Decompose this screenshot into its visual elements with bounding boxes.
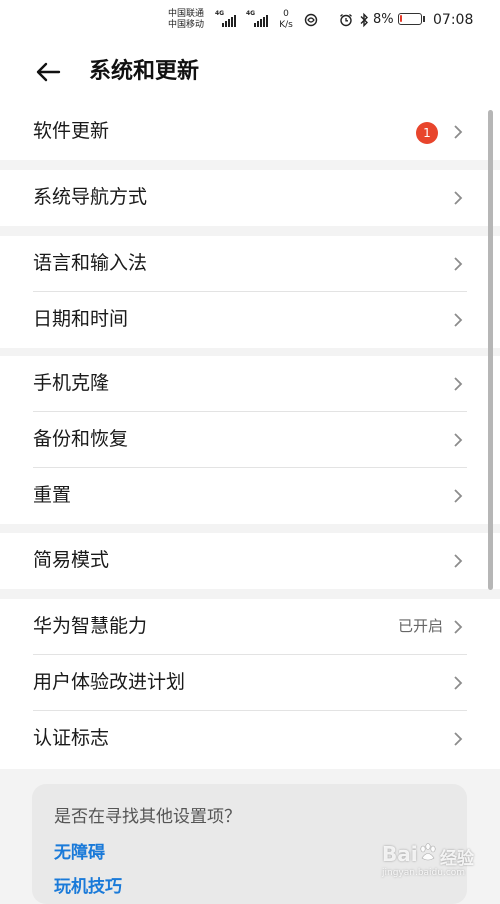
system-navigation-item[interactable]: 系统导航方式 bbox=[0, 170, 500, 226]
signal-icon bbox=[254, 13, 268, 27]
certification-label: 认证标志 bbox=[33, 727, 110, 749]
baidu-jingyan-watermark: Bai 经验 jingyan.baidu.com bbox=[378, 842, 494, 882]
chevron-right-icon bbox=[454, 191, 463, 205]
reset-item[interactable]: 重置 bbox=[0, 468, 500, 524]
suggestion-question: 是否在寻找其他设置项？ bbox=[54, 807, 241, 827]
update-count-badge: 1 bbox=[416, 122, 438, 144]
huawei-ai-status: 已开启 bbox=[397, 617, 443, 635]
chevron-right-icon bbox=[454, 489, 463, 503]
paw-icon bbox=[420, 843, 436, 861]
language-input-label: 语言和输入法 bbox=[33, 252, 148, 274]
carrier-2-label: 中国移动 bbox=[168, 20, 205, 30]
clock: 07:08 bbox=[433, 12, 474, 28]
backup-restore-label: 备份和恢复 bbox=[33, 428, 129, 450]
settings-group-update: 软件更新 1 bbox=[0, 104, 500, 160]
settings-group-language-time: 语言和输入法 日期和时间 bbox=[0, 236, 500, 348]
carrier-1-label: 中国联通 bbox=[168, 9, 205, 19]
ux-improvement-item[interactable]: 用户体验改进计划 bbox=[0, 655, 500, 711]
language-input-item[interactable]: 语言和输入法 bbox=[0, 236, 500, 292]
app-header: 系统和更新 bbox=[0, 40, 500, 104]
watermark-brand-suffix: 经验 bbox=[440, 849, 474, 869]
carrier-info: 中国联通 中国移动 bbox=[168, 9, 204, 31]
date-time-item[interactable]: 日期和时间 bbox=[0, 292, 500, 348]
simple-mode-label: 简易模式 bbox=[33, 549, 110, 571]
simple-mode-item[interactable]: 简易模式 bbox=[0, 533, 500, 589]
status-bar: 中国联通 中国移动 4G 4G 0 K/s 8% 07:08 bbox=[0, 0, 500, 40]
signal-icon bbox=[222, 13, 236, 27]
battery-icon bbox=[398, 13, 422, 25]
phone-clone-label: 手机克隆 bbox=[33, 372, 110, 394]
chevron-right-icon bbox=[454, 313, 463, 327]
page-title: 系统和更新 bbox=[89, 59, 200, 84]
chevron-right-icon bbox=[454, 732, 463, 746]
date-time-label: 日期和时间 bbox=[33, 308, 129, 330]
hd-icon bbox=[304, 13, 318, 27]
battery-percent: 8% bbox=[373, 12, 394, 27]
watermark-url: jingyan.baidu.com bbox=[382, 868, 466, 878]
reset-label: 重置 bbox=[33, 484, 72, 506]
speed-value: 0 bbox=[283, 9, 289, 19]
chevron-right-icon bbox=[454, 377, 463, 391]
chevron-right-icon bbox=[454, 125, 463, 139]
huawei-ai-label: 华为智慧能力 bbox=[33, 615, 148, 637]
system-navigation-label: 系统导航方式 bbox=[33, 186, 148, 208]
chevron-right-icon bbox=[454, 257, 463, 271]
phone-clone-item[interactable]: 手机克隆 bbox=[0, 356, 500, 412]
speed-unit: K/s bbox=[279, 20, 293, 30]
settings-group-misc: 华为智慧能力 已开启 用户体验改进计划 认证标志 bbox=[0, 599, 500, 769]
certification-item[interactable]: 认证标志 bbox=[0, 711, 500, 767]
settings-group-navigation: 系统导航方式 bbox=[0, 170, 500, 226]
chevron-right-icon bbox=[454, 554, 463, 568]
bluetooth-icon bbox=[360, 12, 368, 28]
huawei-ai-item[interactable]: 华为智慧能力 已开启 bbox=[0, 599, 500, 655]
tips-link[interactable]: 玩机技巧 bbox=[54, 874, 122, 900]
settings-group-simple-mode: 简易模式 bbox=[0, 533, 500, 589]
backup-restore-item[interactable]: 备份和恢复 bbox=[0, 412, 500, 468]
software-update-item[interactable]: 软件更新 1 bbox=[0, 104, 500, 160]
network-speed: 0 K/s bbox=[276, 9, 296, 31]
battery-level-fill bbox=[400, 15, 402, 22]
battery-tip bbox=[423, 16, 425, 22]
chevron-right-icon bbox=[454, 676, 463, 690]
back-arrow-icon[interactable] bbox=[32, 56, 64, 88]
settings-group-backup: 手机克隆 备份和恢复 重置 bbox=[0, 356, 500, 524]
alarm-icon bbox=[340, 14, 352, 27]
ux-improvement-label: 用户体验改进计划 bbox=[33, 671, 186, 693]
software-update-label: 软件更新 bbox=[33, 120, 110, 142]
accessibility-link[interactable]: 无障碍 bbox=[54, 840, 105, 866]
scrollbar[interactable] bbox=[488, 110, 493, 590]
chevron-right-icon bbox=[454, 433, 463, 447]
watermark-brand: Bai bbox=[382, 842, 418, 866]
chevron-right-icon bbox=[454, 620, 463, 634]
